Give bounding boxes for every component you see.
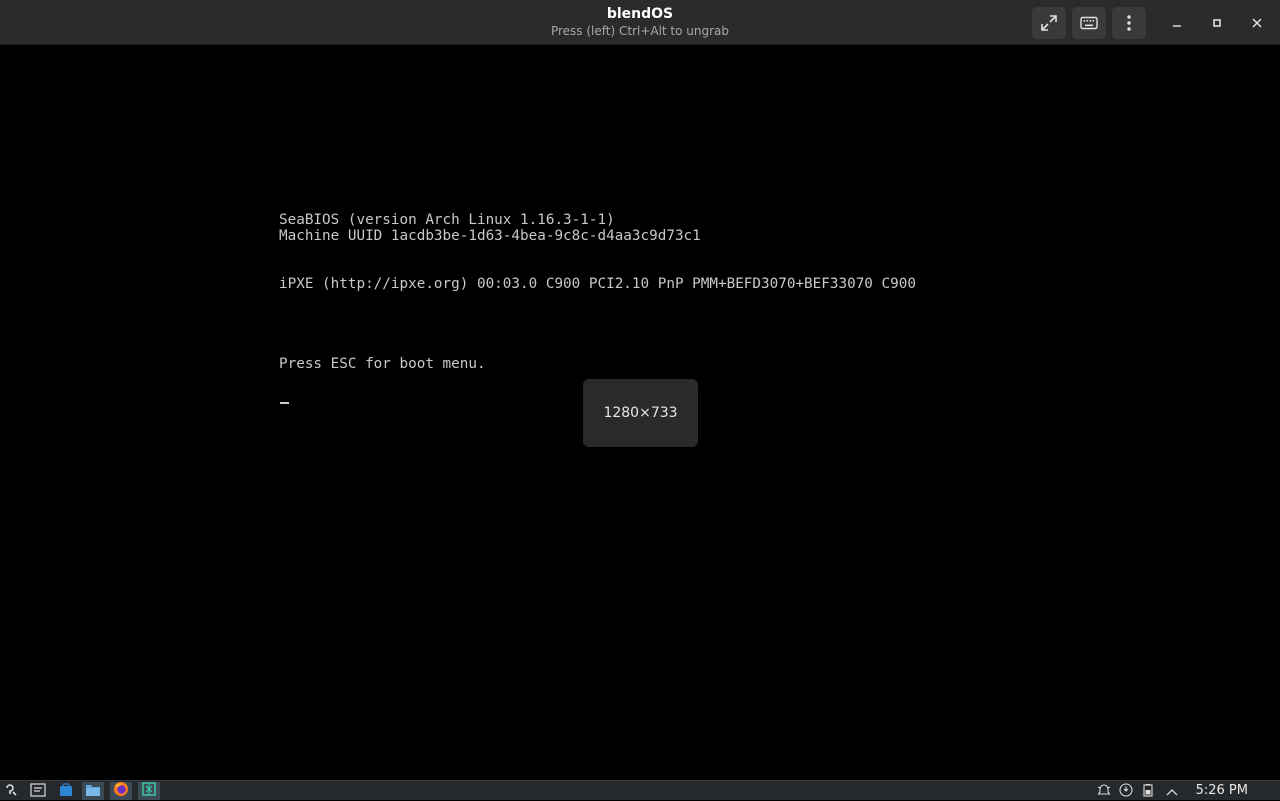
taskbar: 5:26 PM [0,780,1280,800]
resolution-label: 1280×733 [603,405,678,421]
task-switcher-icon [30,782,46,801]
close-button[interactable] [1240,7,1274,39]
store-icon [59,782,73,801]
tray-expand-icon [1166,782,1178,801]
keyboard-button[interactable] [1072,7,1106,39]
battery-tray-button[interactable] [1140,783,1156,799]
vm-display[interactable]: SeaBIOS (version Arch Linux 1.16.3-1-1) … [0,46,1280,780]
vm-window: blendOS Press (left) Ctrl+Alt to ungrab [0,0,1280,780]
alert-tray-button[interactable] [1096,783,1112,799]
battery-icon [1141,782,1155,801]
fullscreen-icon [1040,14,1058,32]
tray-expand-button[interactable] [1164,783,1180,799]
resolution-overlay: 1280×733 [583,379,698,447]
files-icon [85,782,101,801]
maximize-button[interactable] [1200,7,1234,39]
text-cursor [280,402,289,404]
menu-button[interactable] [1112,7,1146,39]
firefox-button[interactable] [110,782,132,800]
bios-version-line: SeaBIOS (version Arch Linux 1.16.3-1-1) [279,212,615,228]
close-icon [1252,18,1262,28]
clipboard-icon [1119,782,1133,801]
app-launcher-icon [4,782,18,801]
boot-menu-prompt: Press ESC for boot menu. [279,356,486,372]
minimize-button[interactable] [1160,7,1194,39]
firefox-icon [113,781,129,801]
files-button[interactable] [82,782,104,800]
app-launcher-button[interactable] [0,782,22,800]
fullscreen-button[interactable] [1032,7,1066,39]
machine-uuid-line: Machine UUID 1acdb3be-1d63-4bea-9c8c-d4a… [279,228,701,244]
vm-app-button[interactable] [138,782,160,800]
store-button[interactable] [55,782,77,800]
menu-icon [1126,14,1132,32]
vm-app-icon [141,781,157,801]
task-switcher-button[interactable] [27,782,49,800]
clipboard-tray-button[interactable] [1118,782,1134,801]
alert-icon [1097,782,1111,801]
maximize-icon [1212,18,1222,28]
ipxe-line: iPXE (http://ipxe.org) 00:03.0 C900 PCI2… [279,276,916,292]
keyboard-icon [1080,16,1098,30]
minimize-icon [1172,18,1182,28]
title-bar[interactable]: blendOS Press (left) Ctrl+Alt to ungrab [0,0,1280,45]
clock[interactable]: 5:26 PM [1196,782,1248,799]
